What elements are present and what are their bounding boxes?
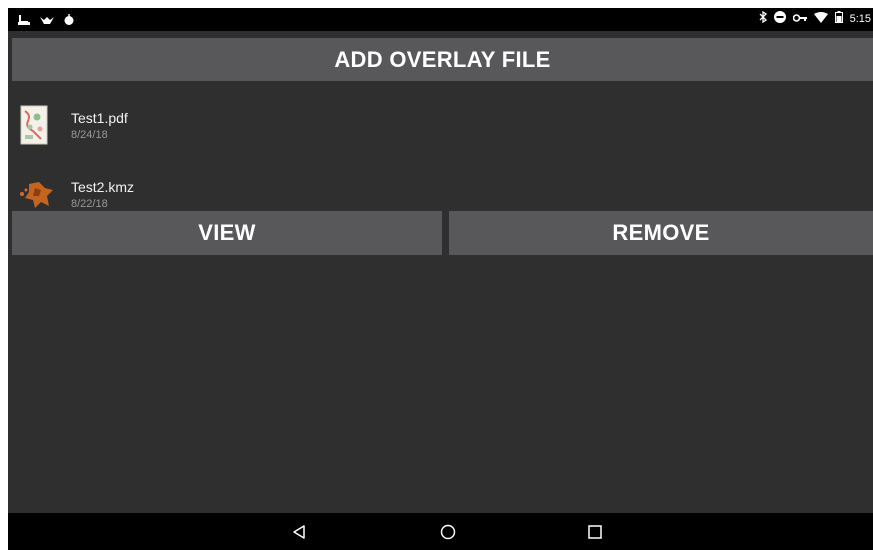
wifi-icon xyxy=(813,11,828,26)
navigation-bar xyxy=(8,513,873,550)
view-button[interactable]: VIEW xyxy=(12,211,442,255)
file-name: Test2.kmz xyxy=(71,179,135,195)
file-name: Test1.pdf xyxy=(71,110,128,126)
file-date: 8/22/18 xyxy=(71,198,108,210)
download-icon xyxy=(18,12,30,30)
battery-icon xyxy=(834,11,843,26)
bluetooth-icon xyxy=(759,10,767,26)
file-list: Test1.pdf 8/24/18 Test2.kmz 8/22/18 xyxy=(8,88,873,210)
app-screen: 5:15 ADD OVERLAY FILE Test1.pdf 8/24/18 xyxy=(8,8,873,550)
home-icon[interactable] xyxy=(438,522,458,542)
do-not-disturb-icon xyxy=(773,11,786,26)
status-right-icons: 5:15 xyxy=(759,10,871,26)
back-icon[interactable] xyxy=(289,522,309,542)
status-bar: 5:15 xyxy=(8,8,873,31)
remove-button[interactable]: REMOVE xyxy=(449,211,873,255)
app-icon xyxy=(64,12,74,30)
file-date: 8/24/18 xyxy=(71,129,108,141)
list-item[interactable]: Test1.pdf 8/24/18 xyxy=(8,96,873,151)
status-time: 5:15 xyxy=(849,12,871,25)
kmz-map-icon xyxy=(19,174,53,214)
pdf-thumbnail-icon xyxy=(19,105,49,145)
add-overlay-file-button[interactable]: ADD OVERLAY FILE xyxy=(12,38,873,81)
status-left-icons xyxy=(18,12,74,30)
vpn-key-icon xyxy=(792,13,807,25)
notification-icon xyxy=(40,12,54,30)
recents-icon[interactable] xyxy=(585,522,605,542)
